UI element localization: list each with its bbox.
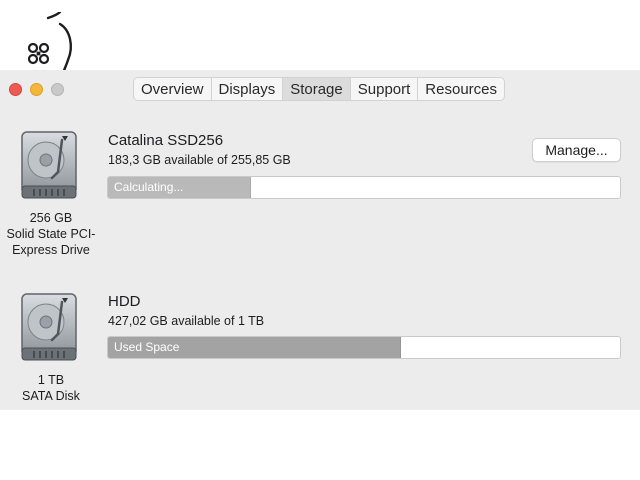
- header-area: [0, 0, 640, 78]
- drive-entry-hdd: 1 TB SATA Disk HDD 427,02 GB available o…: [0, 290, 640, 410]
- title-bar: Overview Displays Storage Support Resour…: [0, 70, 640, 106]
- hard-drive-icon: [21, 131, 77, 199]
- zoom-button[interactable]: [51, 83, 64, 96]
- tab-storage[interactable]: Storage: [283, 78, 351, 100]
- storage-usage-bar: Used Space: [107, 336, 621, 359]
- drive-capacity: 256 GB: [29, 211, 73, 225]
- drive-description: 256 GB Solid State PCI- Express Drive: [0, 210, 102, 258]
- hard-drive-icon: [21, 293, 77, 361]
- drive-available-space: 183,3 GB available of 255,85 GB: [108, 153, 291, 167]
- tab-support[interactable]: Support: [351, 78, 419, 100]
- tab-overview[interactable]: Overview: [134, 78, 212, 100]
- tab-bar: Overview Displays Storage Support Resour…: [133, 77, 505, 101]
- storage-usage-fill: Used Space: [108, 337, 402, 358]
- storage-usage-fill: Calculating...: [108, 177, 252, 198]
- tab-resources[interactable]: Resources: [418, 78, 504, 100]
- drive-description: 1 TB SATA Disk: [0, 372, 102, 404]
- about-this-mac-window: Overview Displays Storage Support Resour…: [0, 70, 640, 410]
- manage-button[interactable]: Manage...: [532, 138, 621, 162]
- drive-type: SATA Disk: [22, 389, 80, 403]
- drive-entry-ssd: 256 GB Solid State PCI- Express Drive Ca…: [0, 126, 640, 266]
- apple-logo-icon: [27, 12, 72, 78]
- drive-type-line-2: Express Drive: [12, 243, 90, 257]
- tab-displays[interactable]: Displays: [212, 78, 284, 100]
- drive-capacity: 1 TB: [37, 373, 65, 387]
- drive-name: HDD: [108, 293, 141, 310]
- drive-available-space: 427,02 GB available of 1 TB: [108, 314, 265, 328]
- close-button[interactable]: [9, 83, 22, 96]
- drive-name: Catalina SSD256: [108, 132, 224, 149]
- minimize-button[interactable]: [30, 83, 43, 96]
- drive-type-line-1: Solid State PCI-: [6, 227, 96, 241]
- storage-usage-bar: Calculating...: [107, 176, 621, 199]
